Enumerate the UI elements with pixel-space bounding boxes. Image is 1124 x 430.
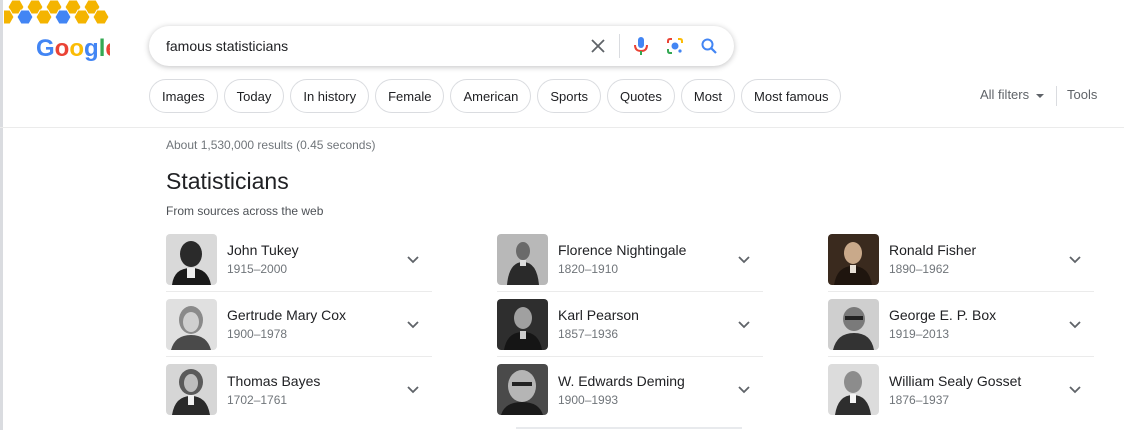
chip-in-history[interactable]: In history (290, 79, 370, 113)
portrait-image (828, 233, 879, 285)
search-divider (619, 34, 620, 58)
all-filters-button[interactable]: All filters (980, 87, 1045, 102)
chip-most[interactable]: Most (680, 79, 736, 113)
entity-name: John Tukey (227, 242, 299, 258)
portrait-image (166, 364, 217, 415)
entity-william-sealy-gosset[interactable]: William Sealy Gosset 1876–1937 (828, 357, 1094, 422)
chevron-down-icon[interactable] (1066, 251, 1084, 269)
entity-name: W. Edwards Deming (558, 372, 685, 389)
search-icon[interactable] (694, 31, 724, 61)
portrait-image (828, 364, 879, 415)
chevron-down-icon[interactable] (404, 381, 422, 399)
chevron-down-icon[interactable] (404, 316, 422, 334)
chevron-down-icon[interactable] (404, 251, 422, 269)
chip-images[interactable]: Images (149, 79, 218, 113)
entity-ronald-fisher[interactable]: Ronald Fisher 1890–1962 (828, 227, 1094, 292)
entity-dates: 1919–2013 (889, 327, 950, 341)
entity-name: Karl Pearson (558, 307, 639, 323)
scroll-indicator (516, 427, 742, 429)
caret-down-icon (1035, 87, 1045, 102)
entity-dates: 1915–2000 (227, 262, 288, 276)
entity-name: Gertrude Mary Cox (227, 307, 347, 323)
entity-name: Ronald Fisher (889, 242, 977, 258)
entity-name: Florence Nightingale (558, 242, 687, 258)
chevron-down-icon[interactable] (735, 381, 753, 399)
entity-dates: 1702–1761 (227, 392, 288, 407)
chip-quotes[interactable]: Quotes (606, 79, 675, 113)
close-icon[interactable] (583, 31, 613, 61)
entity-thomas-bayes[interactable]: Thomas Bayes 1702–1761 (166, 357, 432, 422)
chevron-down-icon[interactable] (735, 316, 753, 334)
all-filters-label: All filters (980, 87, 1030, 102)
tools-divider (1056, 86, 1057, 106)
entity-name: George E. P. Box (889, 307, 997, 323)
portrait-image (828, 298, 879, 350)
entity-name: William Sealy Gosset (889, 372, 1022, 389)
entity-dates: 1890–1962 (889, 262, 950, 276)
chevron-down-icon[interactable] (1066, 316, 1084, 334)
search-header: Google famous statisticians (0, 0, 1124, 128)
portrait-image (497, 233, 548, 285)
google-doodle-logo[interactable]: Google (0, 0, 119, 64)
portrait-image (166, 233, 217, 285)
chip-today[interactable]: Today (223, 79, 285, 113)
camera-lens-icon[interactable] (660, 31, 690, 61)
filter-chips: Images Today In history Female American … (149, 79, 842, 113)
entity-dates: 1820–1910 (558, 262, 619, 276)
entity-gertrude-mary-cox[interactable]: Gertrude Mary Cox 1900–1978 (166, 292, 432, 357)
chip-american[interactable]: American (450, 79, 532, 113)
entity-w-edwards-deming[interactable]: W. Edwards Deming 1900–1993 (497, 357, 763, 422)
portrait-image (166, 298, 217, 350)
tools-button[interactable]: Tools (1067, 87, 1097, 102)
chip-female[interactable]: Female (375, 79, 445, 113)
svg-text:Google: Google (36, 35, 110, 62)
portrait-image (497, 298, 548, 350)
microphone-icon[interactable] (626, 31, 656, 61)
chip-most-famous[interactable]: Most famous (741, 79, 842, 113)
result-stats: About 1,530,000 results (0.45 seconds) (166, 138, 376, 152)
search-box[interactable]: famous statisticians (149, 26, 734, 66)
entity-karl-pearson[interactable]: Karl Pearson 1857–1936 (497, 292, 763, 357)
chevron-down-icon[interactable] (1066, 381, 1084, 399)
entity-name: Thomas Bayes (227, 372, 321, 389)
entity-dates: 1857–1936 (558, 327, 619, 341)
entity-john-tukey[interactable]: John Tukey 1915–2000 (166, 227, 432, 292)
statisticians-list: John Tukey 1915–2000 Florence Nightingal… (166, 227, 1096, 422)
chevron-down-icon[interactable] (735, 251, 753, 269)
entity-dates: 1876–1937 (889, 392, 950, 407)
search-input[interactable]: famous statisticians (166, 38, 583, 54)
section-title: Statisticians (166, 168, 289, 194)
entity-florence-nightingale[interactable]: Florence Nightingale 1820–1910 (497, 227, 763, 292)
entity-dates: 1900–1993 (558, 392, 619, 407)
chip-sports[interactable]: Sports (537, 79, 601, 113)
section-subtitle: From sources across the web (166, 204, 324, 218)
portrait-image (497, 364, 548, 415)
entity-george-box[interactable]: George E. P. Box 1919–2013 (828, 292, 1094, 357)
entity-dates: 1900–1978 (227, 327, 288, 341)
